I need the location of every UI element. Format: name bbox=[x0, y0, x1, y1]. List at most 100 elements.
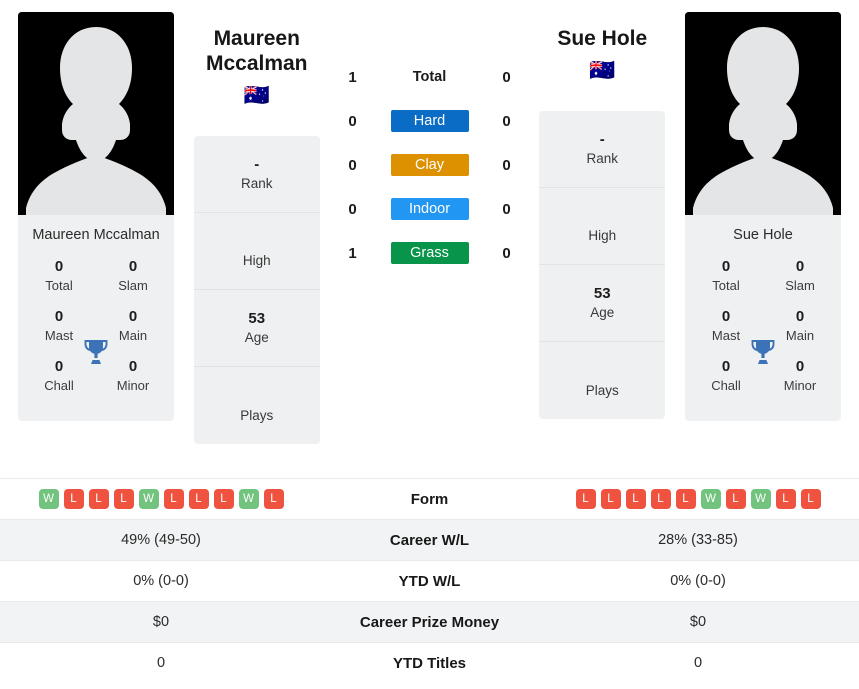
right-career-wl: 28% (33-85) bbox=[658, 532, 738, 548]
titles-mast-label: Mast bbox=[711, 328, 741, 343]
titles-chall-value: 0 bbox=[721, 358, 731, 375]
info-age: 53 Age bbox=[193, 290, 320, 367]
form-badge-l[interactable]: L bbox=[188, 489, 209, 509]
career-wl-label: Career W/L bbox=[389, 531, 470, 549]
titles-mast: 0 Mast bbox=[30, 307, 88, 345]
titles-minor: 0 Minor bbox=[771, 357, 829, 395]
form-badge-l[interactable]: L bbox=[600, 489, 621, 509]
surface-grass-right-count: 0 bbox=[502, 244, 511, 262]
form-badge-l[interactable]: L bbox=[163, 489, 184, 509]
titles-slam-label: Slam bbox=[118, 278, 148, 293]
form-badge-w[interactable]: W bbox=[238, 489, 259, 509]
form-badge-l[interactable]: L bbox=[63, 489, 84, 509]
titles-chall-label: Chall bbox=[44, 378, 74, 393]
form-badge-l[interactable]: L bbox=[213, 489, 234, 509]
titles-total: 0 Total bbox=[30, 257, 88, 295]
left-form-badges: WLLLWLLLWL bbox=[0, 489, 322, 509]
surface-row-hard: 0 Hard 0 bbox=[340, 110, 520, 132]
titles-chall: 0 Chall bbox=[697, 357, 755, 395]
left-career-wl: 49% (49-50) bbox=[121, 532, 201, 548]
titles-row-1: 0 Total 0 Slam bbox=[693, 257, 833, 295]
form-label: Form bbox=[410, 490, 449, 508]
right-player-card[interactable]: Sue Hole 0 Total 0 Slam 0 Mast 0 Main 0 … bbox=[685, 12, 841, 421]
surface-total-left-count: 1 bbox=[348, 68, 357, 86]
form-badge-l[interactable]: L bbox=[775, 489, 796, 509]
info-high: High bbox=[539, 188, 666, 265]
surface-row-clay: 0 Clay 0 bbox=[340, 154, 520, 176]
person-placeholder-icon bbox=[685, 12, 841, 215]
titles-minor: 0 Minor bbox=[104, 357, 162, 395]
career-prize-money-label: Career Prize Money bbox=[359, 613, 500, 631]
titles-total-label: Total bbox=[45, 278, 73, 293]
titles-slam-value: 0 bbox=[128, 258, 138, 275]
titles-slam: 0 Slam bbox=[771, 257, 829, 295]
form-badge-l[interactable]: L bbox=[725, 489, 746, 509]
form-badge-l[interactable]: L bbox=[625, 489, 646, 509]
info-age: 53 Age bbox=[539, 265, 666, 342]
info-rank-label: Rank bbox=[240, 176, 273, 191]
surface-breakdown: 1 Total 0 0 Hard 0 0 Clay 0 0 Indoor 0 1… bbox=[340, 12, 520, 264]
form-badge-w[interactable]: W bbox=[750, 489, 771, 509]
left-player-card[interactable]: Maureen Mccalman 0 Total 0 Slam 0 Mast 0… bbox=[18, 12, 174, 421]
surface-row-indoor: 0 Indoor 0 bbox=[340, 198, 520, 220]
titles-main: 0 Main bbox=[771, 307, 829, 345]
surface-indoor-badge[interactable]: Indoor bbox=[390, 198, 469, 220]
info-age-label: Age bbox=[590, 305, 615, 320]
info-plays: Plays bbox=[194, 367, 320, 444]
right-player-avatar-column: Sue Hole 0 Total 0 Slam 0 Mast 0 Main 0 … bbox=[685, 12, 841, 421]
surface-clay-badge[interactable]: Clay bbox=[390, 154, 469, 176]
right-player-info-column: Sue Hole 🇦🇺 - Rank High 53 Age Plays bbox=[520, 12, 686, 419]
form-badge-l[interactable]: L bbox=[575, 489, 596, 509]
titles-slam-value: 0 bbox=[795, 258, 805, 275]
surface-indoor-right-count: 0 bbox=[502, 200, 511, 218]
info-age-label: Age bbox=[244, 330, 269, 345]
surface-hard-badge[interactable]: Hard bbox=[390, 110, 469, 132]
info-high-label: High bbox=[588, 228, 617, 243]
right-player-caption: Sue Hole bbox=[733, 227, 793, 243]
form-badge-w[interactable]: W bbox=[38, 489, 59, 509]
titles-slam-label: Slam bbox=[785, 278, 815, 293]
titles-main-value: 0 bbox=[795, 308, 805, 325]
table-row-career-wl: 49% (49-50) Career W/L 28% (33-85) bbox=[0, 519, 859, 560]
surface-hard-right-count: 0 bbox=[502, 112, 511, 130]
left-player-info-card: - Rank High 53 Age Plays bbox=[193, 136, 320, 444]
ytd-titles-label: YTD Titles bbox=[392, 654, 467, 672]
surface-indoor-left-count: 0 bbox=[348, 200, 357, 218]
left-player-avatar-column: Maureen Mccalman 0 Total 0 Slam 0 Mast 0… bbox=[18, 12, 174, 421]
surface-row-grass: 1 Grass 0 bbox=[340, 242, 520, 264]
titles-total-label: Total bbox=[712, 278, 740, 293]
form-badge-w[interactable]: W bbox=[700, 489, 721, 509]
titles-total: 0 Total bbox=[697, 257, 755, 295]
surface-total-right-count: 0 bbox=[502, 68, 511, 86]
info-age-value: 53 bbox=[593, 285, 611, 302]
left-player-flag-icon: 🇦🇺 bbox=[243, 84, 270, 107]
left-ytd-wl: 0% (0-0) bbox=[133, 573, 189, 589]
form-badge-l[interactable]: L bbox=[650, 489, 671, 509]
left-ytd-titles: 0 bbox=[156, 655, 166, 671]
right-ytd-titles: 0 bbox=[693, 655, 703, 671]
right-player-name: Sue Hole bbox=[557, 27, 648, 50]
trophy-icon bbox=[750, 338, 776, 366]
right-player-titles-grid: 0 Total 0 Slam 0 Mast 0 Main 0 Chall 0 M… bbox=[685, 257, 841, 421]
form-badge-w[interactable]: W bbox=[138, 489, 159, 509]
form-badge-l[interactable]: L bbox=[675, 489, 696, 509]
surface-grass-left-count: 1 bbox=[348, 244, 357, 262]
titles-main-label: Main bbox=[785, 328, 815, 343]
surface-clay-right-count: 0 bbox=[502, 156, 511, 174]
left-player-titles-grid: 0 Total 0 Slam 0 Mast 0 Main 0 Chall 0 M… bbox=[18, 257, 174, 421]
surface-grass-badge[interactable]: Grass bbox=[390, 242, 469, 264]
titles-minor-label: Minor bbox=[116, 378, 150, 393]
table-row-career-prize-money: $0 Career Prize Money $0 bbox=[0, 601, 859, 642]
titles-main-value: 0 bbox=[128, 308, 138, 325]
form-badge-l[interactable]: L bbox=[263, 489, 284, 509]
comparison-stats-table: WLLLWLLLWL Form LLLLLWLWLL 49% (49-50) C… bbox=[0, 478, 859, 683]
form-badge-l[interactable]: L bbox=[800, 489, 821, 509]
trophy-icon bbox=[83, 338, 109, 366]
form-badge-l[interactable]: L bbox=[113, 489, 134, 509]
info-high: High bbox=[193, 213, 320, 290]
right-ytd-wl: 0% (0-0) bbox=[670, 573, 726, 589]
info-age-value: 53 bbox=[248, 310, 266, 327]
form-badge-l[interactable]: L bbox=[88, 489, 109, 509]
titles-minor-label: Minor bbox=[783, 378, 817, 393]
person-placeholder-icon bbox=[18, 12, 174, 215]
